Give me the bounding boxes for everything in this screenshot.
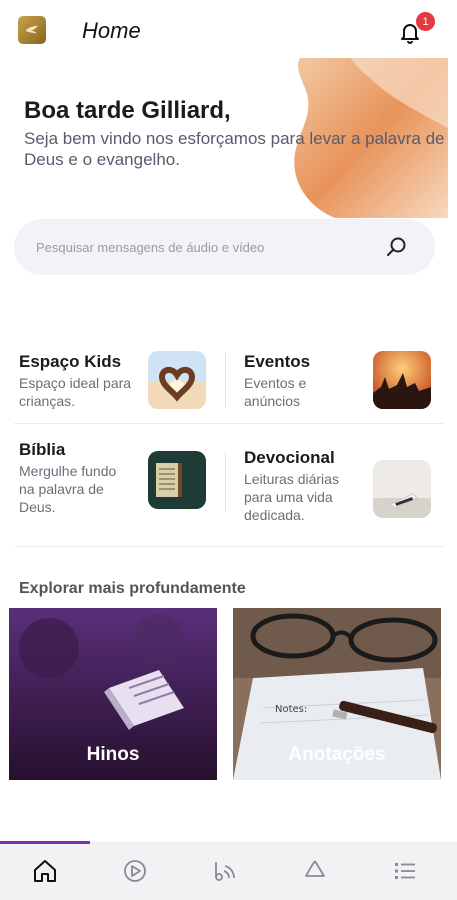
card-label: Hinos: [86, 744, 140, 765]
eventos-thumbnail[interactable]: [373, 351, 431, 409]
row-divider: [14, 546, 444, 547]
notebook-image: [373, 460, 431, 518]
welcome-subtitle: Seja bem vindo nos esforçamos para levar…: [24, 129, 445, 169]
play-circle-icon[interactable]: [122, 858, 148, 884]
feature-description: Leituras diárias para uma vida dedicada.: [244, 471, 339, 523]
feature-title: Bíblia: [19, 440, 66, 459]
bible-image: [148, 451, 206, 509]
feature-devocional[interactable]: Devocional Leituras diárias para uma vid…: [244, 448, 369, 524]
devocional-thumbnail[interactable]: [373, 460, 431, 518]
feature-biblia[interactable]: Bíblia Mergulhe fundo na palavra de Deus…: [19, 440, 129, 516]
top-bar: Home 1: [0, 0, 457, 60]
kids-thumbnail[interactable]: [148, 351, 206, 409]
dove-icon: [25, 25, 39, 34]
notification-badge: 1: [416, 12, 435, 31]
recycle-icon[interactable]: [302, 858, 328, 884]
feature-title: Espaço Kids: [19, 352, 122, 371]
feature-espaco-kids[interactable]: Espaço Kids Espaço ideal para crianças.: [19, 352, 139, 410]
search-icon[interactable]: [384, 235, 408, 259]
search-bar: [14, 219, 435, 275]
divider: [225, 452, 226, 512]
row-divider: [14, 423, 444, 424]
section-title: Explorar mais profundamente: [19, 580, 246, 597]
feature-description: Eventos e anúncios: [244, 375, 307, 409]
feature-title: Devocional: [244, 448, 335, 467]
app-logo[interactable]: [18, 16, 46, 44]
feature-title: Eventos: [244, 352, 311, 371]
biblia-thumbnail[interactable]: [148, 451, 206, 509]
active-tab-indicator: [0, 841, 90, 844]
home-icon[interactable]: [32, 858, 58, 884]
concert-image: [373, 351, 431, 409]
page-title: Home: [82, 18, 141, 43]
greeting-text: Boa tarde Gilliard,: [24, 97, 231, 124]
feature-description: Mergulhe fundo na palavra de Deus.: [19, 463, 117, 515]
search-input[interactable]: [36, 219, 366, 275]
card-anotacoes[interactable]: Notes: Anotações: [233, 608, 441, 780]
broadcast-icon[interactable]: [212, 858, 238, 884]
card-label: Anotações: [288, 744, 386, 765]
svg-text:Notes:: Notes:: [275, 704, 307, 715]
feature-description: Espaço ideal para crianças.: [19, 375, 132, 409]
list-icon[interactable]: [392, 858, 418, 884]
feature-eventos[interactable]: Eventos Eventos e anúncios: [244, 352, 364, 410]
card-hinos[interactable]: Hinos: [9, 608, 217, 780]
divider: [225, 352, 226, 408]
heart-hands-image: [148, 351, 206, 409]
